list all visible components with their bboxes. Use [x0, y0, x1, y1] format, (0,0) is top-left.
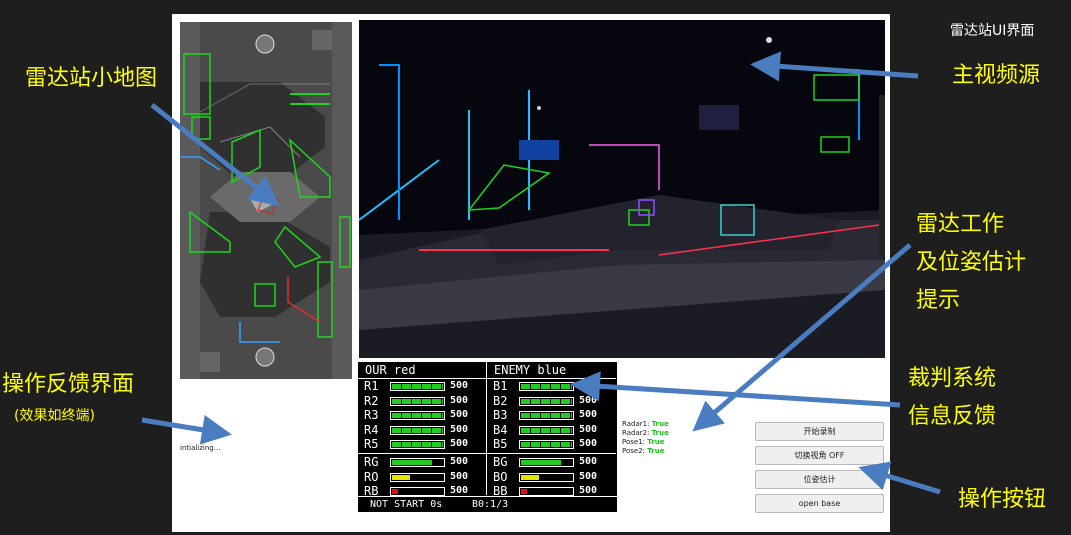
annotation-referee-1: 裁判系统 — [908, 366, 997, 391]
arrow-minimap — [150, 103, 280, 207]
annotation-buttons: 操作按钮 — [958, 487, 1047, 512]
annotation-referee-2: 信息反馈 — [908, 404, 997, 429]
arrow-terminal — [141, 414, 232, 445]
annotation-radar-status-3: 提示 — [916, 288, 961, 313]
annotation-minimap: 雷达站小地图 — [25, 66, 158, 91]
annotation-feedback-1: 操作反馈界面 — [2, 372, 135, 397]
annotation-main-video: 主视频源 — [952, 63, 1041, 88]
arrow-video — [750, 51, 919, 82]
arrow-buttons — [858, 461, 941, 495]
annotation-radar-status-2: 及位姿估计 — [916, 250, 1027, 275]
annotation-feedback-2: (效果如终端) — [14, 408, 95, 424]
annotation-radar-status-1: 雷达工作 — [916, 212, 1005, 237]
annotation-arrows — [141, 51, 941, 495]
